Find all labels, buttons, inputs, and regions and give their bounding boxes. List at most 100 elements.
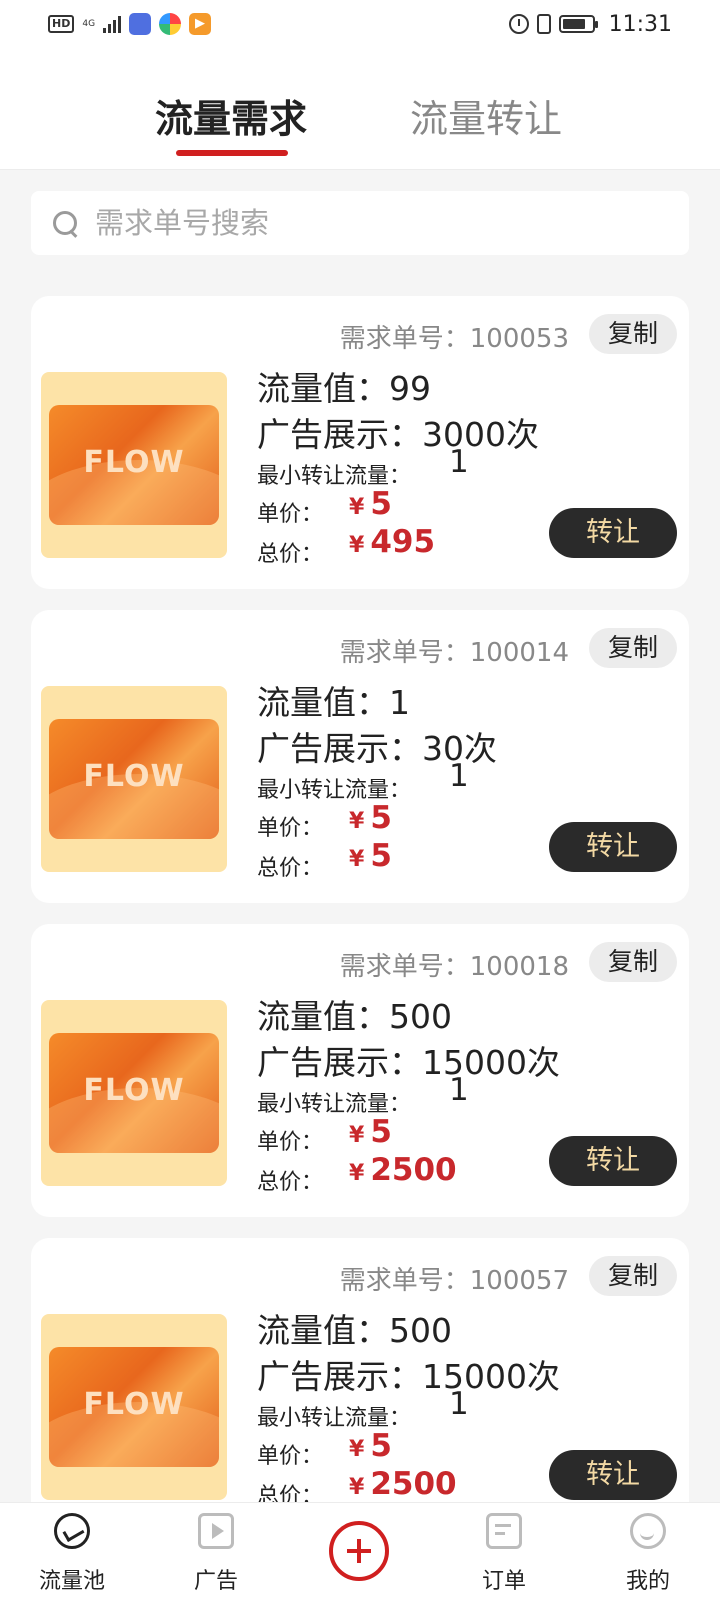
order-number: 需求单号：100014 — [340, 632, 569, 669]
add-plus-button[interactable] — [329, 1521, 389, 1581]
flow-value: 1 — [389, 683, 410, 722]
nav-item-profile[interactable]: 我的 — [588, 1503, 708, 1600]
unit-price: ¥5 — [349, 1428, 392, 1464]
nav-label-flow-pool: 流量池 — [38, 1569, 105, 1594]
app-root: HD 4G ▶ 11:31 流量需求 流量转让 需求单号：100053 复制 — [0, 0, 720, 1600]
ad-play-icon — [198, 1513, 234, 1549]
unit-price: ¥5 — [349, 1114, 392, 1150]
hd-icon: HD — [48, 15, 75, 33]
unit-price-label: 单价： — [257, 502, 324, 527]
flow-thumbnail: FLOW — [41, 686, 227, 872]
total-price-value: 5 — [370, 838, 392, 874]
unit-price-label: 单价： — [257, 816, 324, 841]
status-time: 11:31 — [608, 11, 672, 37]
currency-symbol: ¥ — [349, 533, 365, 558]
pinwheel-app-icon — [159, 13, 182, 35]
min-transfer-value: 1 — [449, 444, 469, 480]
order-number-label: 需求单号： — [339, 952, 470, 982]
order-number: 需求单号：100053 — [340, 318, 569, 355]
ad-display-line: 广告展示：15000次 — [257, 1350, 560, 1398]
transfer-button[interactable]: 转让 — [549, 822, 677, 872]
transfer-button[interactable]: 转让 — [549, 1450, 677, 1500]
nav-item-flow-pool[interactable]: 流量池 — [12, 1503, 132, 1600]
flow-value: 99 — [389, 369, 431, 408]
order-icon — [486, 1513, 522, 1549]
unit-price-label: 单价： — [257, 1444, 324, 1469]
ad-display-value: 15000次 — [422, 1357, 560, 1396]
flow-value-line: 流量值：1 — [257, 676, 410, 724]
ad-display-label: 广告展示： — [257, 1043, 422, 1082]
search-input[interactable] — [95, 206, 655, 240]
copy-button[interactable]: 复制 — [589, 314, 677, 354]
flow-image-text: FLOW — [83, 759, 185, 794]
status-bar: HD 4G ▶ 11:31 — [0, 0, 720, 48]
nav-label-ads: 广告 — [193, 1569, 238, 1594]
nav-item-ads[interactable]: 广告 — [156, 1503, 276, 1600]
nav-item-orders[interactable]: 订单 — [444, 1503, 564, 1600]
video-app-icon: ▶ — [189, 13, 212, 35]
pool-icon — [54, 1513, 90, 1549]
flow-value: 500 — [389, 997, 452, 1036]
ad-display-label: 广告展示： — [257, 729, 422, 768]
order-number: 需求单号：100057 — [340, 1260, 569, 1297]
demand-card: 需求单号：100053 复制 FLOW 流量值：99 广告展示：3000次 最小… — [31, 296, 689, 589]
min-transfer-value: 1 — [449, 1386, 469, 1422]
flow-image: FLOW — [49, 405, 219, 525]
total-price-value: 495 — [370, 524, 436, 560]
total-price-label: 总价： — [257, 542, 324, 567]
demand-card: 需求单号：100014 复制 FLOW 流量值：1 广告展示：30次 最小转让流… — [31, 610, 689, 903]
total-price-value: 2500 — [370, 1152, 457, 1188]
transfer-button[interactable]: 转让 — [549, 1136, 677, 1186]
flow-image-text: FLOW — [83, 445, 185, 480]
flow-image-text: FLOW — [83, 1073, 185, 1108]
currency-symbol: ¥ — [349, 847, 365, 872]
flow-value: 500 — [389, 1311, 452, 1350]
gallery-app-icon — [129, 13, 152, 35]
unit-price: ¥5 — [349, 800, 392, 836]
unit-price-value: 5 — [370, 486, 392, 522]
flow-value-line: 流量值：500 — [257, 1304, 452, 1352]
order-number-value: 100018 — [469, 952, 569, 982]
top-tabs: 流量需求 流量转让 — [0, 48, 720, 170]
network-type: 4G — [82, 18, 96, 29]
signal-icon — [103, 15, 122, 33]
unit-price-label: 单价： — [257, 1130, 324, 1155]
currency-symbol: ¥ — [349, 1437, 365, 1462]
flow-value-label: 流量值： — [257, 1311, 389, 1350]
tab-flow-transfer[interactable]: 流量转让 — [410, 88, 562, 143]
ad-display-label: 广告展示： — [257, 1357, 422, 1396]
total-price: ¥495 — [349, 524, 435, 560]
active-tab-indicator — [176, 150, 288, 156]
copy-button[interactable]: 复制 — [589, 1256, 677, 1296]
ad-display-value: 3000次 — [422, 415, 539, 454]
ad-display-label: 广告展示： — [257, 415, 422, 454]
flow-value-line: 流量值：99 — [257, 362, 431, 410]
flow-thumbnail: FLOW — [41, 1314, 227, 1500]
transfer-button[interactable]: 转让 — [549, 508, 677, 558]
copy-button[interactable]: 复制 — [589, 942, 677, 982]
min-transfer-value: 1 — [449, 758, 469, 794]
demand-card: 需求单号：100018 复制 FLOW 流量值：500 广告展示：15000次 … — [31, 924, 689, 1217]
order-number-label: 需求单号： — [339, 1266, 470, 1296]
total-price-value: 2500 — [370, 1466, 457, 1502]
min-transfer-value: 1 — [449, 1072, 469, 1108]
profile-icon — [630, 1513, 666, 1549]
search-icon — [51, 209, 79, 237]
vibrate-icon — [536, 14, 551, 34]
alarm-icon — [508, 14, 529, 34]
flow-thumbnail: FLOW — [41, 1000, 227, 1186]
flow-value-label: 流量值： — [257, 369, 389, 408]
search-bar — [31, 191, 689, 255]
unit-price: ¥5 — [349, 486, 392, 522]
status-left: HD 4G ▶ — [48, 13, 212, 35]
ad-display-line: 广告展示：3000次 — [257, 408, 539, 456]
total-price-label: 总价： — [257, 856, 324, 881]
copy-button[interactable]: 复制 — [589, 628, 677, 668]
flow-image: FLOW — [49, 719, 219, 839]
flow-thumbnail: FLOW — [41, 372, 227, 558]
total-price-label: 总价： — [257, 1170, 324, 1195]
tab-flow-demand[interactable]: 流量需求 — [155, 88, 307, 143]
order-number: 需求单号：100018 — [340, 946, 569, 983]
order-number-value: 100057 — [469, 1266, 569, 1296]
order-number-label: 需求单号： — [339, 638, 470, 668]
